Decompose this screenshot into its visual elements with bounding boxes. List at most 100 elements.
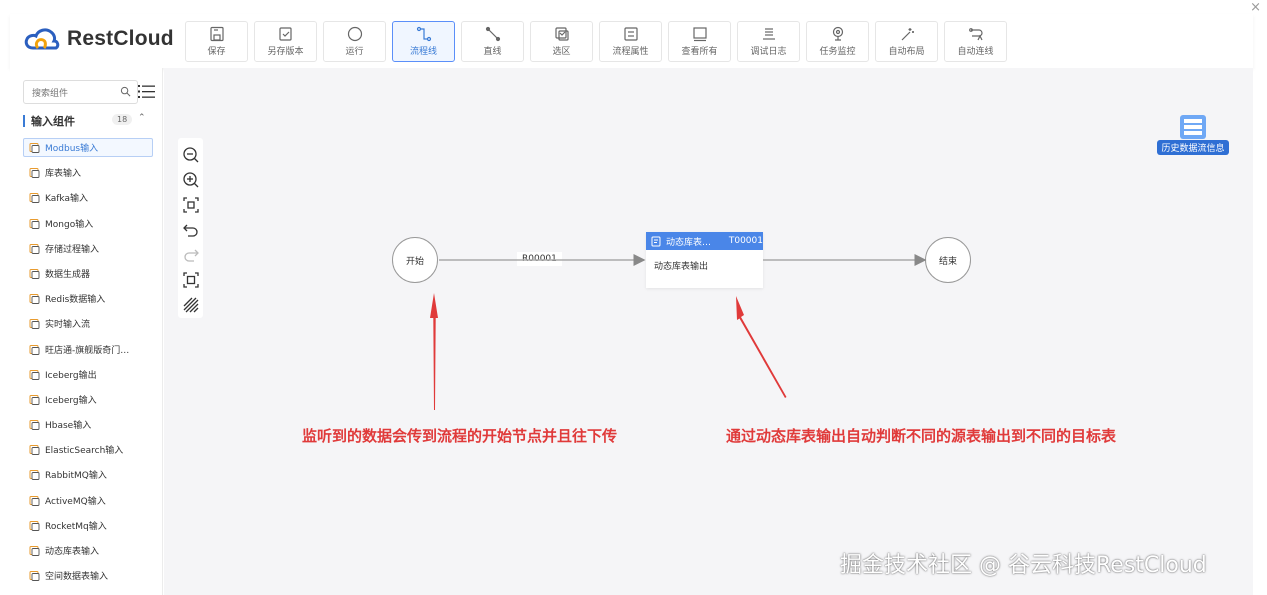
toolbar-button-save-as[interactable]: 另存版本	[254, 21, 317, 62]
component-item[interactable]: Iceberg输入	[23, 390, 153, 409]
group-header-input[interactable]: 输入组件 18 ⌃	[23, 113, 153, 129]
component-item[interactable]: Kafka输入	[23, 188, 153, 207]
group-count-badge: 18	[112, 114, 133, 125]
toolbar-button-save[interactable]: 保存	[185, 21, 248, 62]
app-header: RestCloud 保存 另存版本 运行 流程线 直线 选区 流程属性 查看所有 调试日志 任务监…	[10, 14, 1253, 68]
edge-label[interactable]: R00001	[517, 252, 562, 266]
toolbar-button-select-area[interactable]: 选区	[530, 21, 593, 62]
toolbar-button-straight-line[interactable]: 直线	[461, 21, 524, 62]
task-node[interactable]: 动态库表… T00001 动态库表输出	[646, 232, 763, 288]
end-node[interactable]: 结束	[925, 237, 971, 283]
component-label: 空间数据表输入	[45, 572, 109, 583]
component-item[interactable]: ElasticSearch输入	[23, 440, 153, 459]
view-all-icon	[692, 27, 707, 42]
component-icon	[29, 243, 40, 254]
start-node[interactable]: 开始	[392, 237, 438, 283]
cloud-logo-icon	[24, 28, 60, 50]
toolbar: 保存 另存版本 运行 流程线 直线 选区 流程属性 查看所有 调试日志 任务监控 自动布局 自动连线	[185, 21, 1013, 62]
task-node-body: 动态库表输出	[654, 262, 709, 272]
component-list: Modbus输入库表输入 Kafka输入 Mongo输入 存储过程输入 数据生成器 Red…	[23, 138, 153, 591]
component-item[interactable]: RocketMq输入	[23, 516, 153, 535]
toolbar-button-view-all[interactable]: 查看所有	[668, 21, 731, 62]
search-icon[interactable]	[120, 86, 131, 97]
component-item[interactable]: ActiveMQ输入	[23, 491, 153, 510]
history-dataflow-button[interactable]: 历史数据流信息	[1149, 114, 1237, 155]
toolbar-button-task-monitor[interactable]: 任务监控	[806, 21, 869, 62]
component-icon	[29, 344, 40, 355]
group-accent-bar	[23, 115, 25, 127]
component-label: 库表输入	[45, 169, 82, 180]
search-input[interactable]	[24, 83, 114, 105]
undo-icon[interactable]	[182, 222, 199, 238]
watermark: 掘金技术社区 @ 谷云科技RestCloud	[840, 553, 1207, 578]
component-sidebar: 输入组件 18 ⌃ Modbus输入库表输入 Kafka输入 Mongo输入存储过程…	[10, 68, 163, 595]
close-icon[interactable]: ×	[1250, 0, 1261, 15]
component-label: 存储过程输入	[45, 244, 100, 255]
component-item[interactable]: 存储过程输入	[23, 239, 153, 258]
toolbar-button-label: 自动连线	[957, 47, 994, 57]
component-item[interactable]: 数据生成器	[23, 264, 153, 283]
component-item[interactable]: 空间数据表输入	[23, 566, 153, 585]
actual-size-icon[interactable]	[182, 271, 199, 288]
toolbar-button-label: 保存	[207, 47, 226, 57]
canvas-tools	[178, 138, 203, 318]
auto-layout-icon	[901, 28, 914, 41]
grid-hatch-icon[interactable]	[183, 297, 199, 313]
component-item[interactable]: Mongo输入	[23, 214, 153, 233]
component-item[interactable]: Redis数据输入	[23, 289, 153, 308]
component-label: 旺店通-旗舰版奇门…	[45, 345, 130, 356]
select-area-icon	[554, 27, 569, 41]
straight-line-icon	[485, 26, 500, 42]
toolbar-button-label: 另存版本	[267, 47, 304, 57]
auto-connect-icon	[968, 28, 983, 41]
component-label: 数据生成器	[45, 269, 91, 280]
toolbar-button-auto-connect[interactable]: 自动连线	[944, 21, 1007, 62]
toolbar-button-label: 自动布局	[888, 47, 925, 57]
app-name: RestCloud	[67, 27, 174, 50]
toolbar-button-flow-line[interactable]: 流程线	[392, 21, 455, 62]
component-item[interactable]: 动态库表输入	[23, 541, 153, 560]
component-icon	[29, 193, 40, 204]
component-item[interactable]: 库表输入	[23, 163, 153, 182]
component-label: Iceberg输入	[45, 395, 97, 406]
toolbar-button-run[interactable]: 运行	[323, 21, 386, 62]
chevron-up-icon[interactable]: ⌃	[138, 113, 146, 123]
component-item[interactable]: Hbase输入	[23, 415, 153, 434]
component-label: ElasticSearch输入	[45, 446, 124, 457]
toolbar-button-debug-log[interactable]: 调试日志	[737, 21, 800, 62]
save-icon	[209, 26, 224, 42]
zoom-in-icon[interactable]	[182, 171, 199, 188]
redo-icon[interactable]	[183, 247, 199, 263]
toolbar-button-label: 调试日志	[750, 47, 787, 57]
component-icon	[29, 546, 40, 556]
fit-view-icon[interactable]	[182, 196, 199, 213]
component-icon	[29, 394, 40, 405]
list-view-icon[interactable]	[138, 83, 155, 100]
toolbar-button-label: 任务监控	[819, 47, 856, 57]
table-output-icon	[651, 236, 661, 246]
toolbar-button-auto-layout[interactable]: 自动布局	[875, 21, 938, 62]
search-box	[23, 80, 138, 105]
component-item[interactable]: Modbus输入	[23, 138, 153, 157]
toolbar-button-flow-props[interactable]: 流程属性	[599, 21, 662, 62]
component-icon	[29, 168, 40, 179]
history-label: 历史数据流信息	[1157, 140, 1229, 155]
component-label: Iceberg输出	[45, 370, 97, 381]
component-icon	[29, 445, 40, 456]
annotation-left: 监听到的数据会传到流程的开始节点并且往下传	[302, 427, 618, 445]
component-item[interactable]: 旺店通-旗舰版奇门…	[23, 340, 153, 359]
task-node-header: 动态库表… T00001	[646, 232, 763, 250]
component-item[interactable]: 实时输入流	[23, 314, 153, 333]
component-item[interactable]: RabbitMQ输入	[23, 465, 153, 484]
toolbar-button-label: 直线	[483, 47, 502, 57]
zoom-out-icon[interactable]	[182, 146, 199, 163]
save-as-icon	[278, 27, 292, 41]
task-node-id: T00001	[728, 236, 763, 246]
component-icon	[29, 268, 40, 279]
component-item[interactable]: Iceberg输出	[23, 365, 153, 384]
component-label: Mongo输入	[45, 219, 94, 230]
component-icon	[29, 218, 40, 229]
component-icon	[29, 470, 40, 481]
component-label: RocketMq输入	[45, 521, 107, 532]
flow-canvas[interactable]: 开始 结束 R00001 动态库表… T00001 动态库表输出 历史数据流信息…	[164, 68, 1253, 595]
